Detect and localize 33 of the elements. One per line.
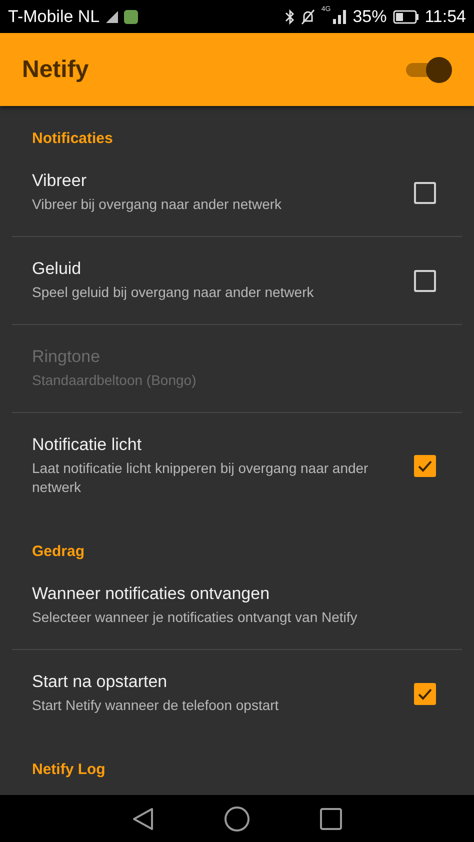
- section-header: Gedrag: [31, 542, 86, 562]
- checkbox[interactable]: [414, 182, 436, 204]
- checkbox[interactable]: [414, 682, 436, 704]
- setting-summary: Start Netify wanneer de telefoon opstart: [32, 696, 280, 715]
- setting-title[interactable]: Geluid: [32, 259, 376, 279]
- setting-title[interactable]: Wanneer notificaties ontvangen: [32, 584, 424, 604]
- app-title: Netify: [22, 56, 90, 84]
- app-icon: [124, 10, 138, 24]
- bluetooth-icon: [285, 8, 296, 24]
- signal-icon: [106, 10, 118, 22]
- check-icon: [417, 458, 433, 474]
- checkbox[interactable]: [414, 270, 436, 292]
- back-icon[interactable]: [132, 806, 154, 830]
- setting-summary: Laat notificatie licht knipperen bij overgang naar ander netwerk: [32, 459, 370, 497]
- setting-title[interactable]: Notificatie licht: [32, 435, 376, 455]
- muted-icon: [301, 8, 316, 24]
- setting-title[interactable]: Vibreer: [32, 171, 376, 191]
- setting-summary: Standaardbeltoon (Bongo): [32, 371, 198, 390]
- clock: 11:54: [424, 6, 466, 26]
- battery-icon: [392, 10, 419, 24]
- setting-summary: Selecteer wanneer je notificaties ontvangt van Netify: [32, 608, 358, 627]
- home-icon[interactable]: [224, 806, 250, 832]
- section-header: Netify Log: [31, 760, 106, 780]
- toggle-switch[interactable]: [404, 56, 452, 82]
- setting-title[interactable]: Start na opstarten: [32, 672, 376, 692]
- carrier-name: T-Mobile NL: [8, 6, 100, 26]
- signal-icon: [332, 10, 347, 24]
- setting-summary: Vibreer bij overgang naar ander netwerk: [32, 195, 283, 214]
- checkbox[interactable]: [414, 455, 436, 477]
- battery-percent: 35%: [352, 6, 387, 26]
- setting-summary: Speel geluid bij overgang naar ander netwerk: [32, 283, 315, 302]
- section-header: Notificaties: [31, 129, 114, 149]
- recents-icon[interactable]: [320, 808, 342, 830]
